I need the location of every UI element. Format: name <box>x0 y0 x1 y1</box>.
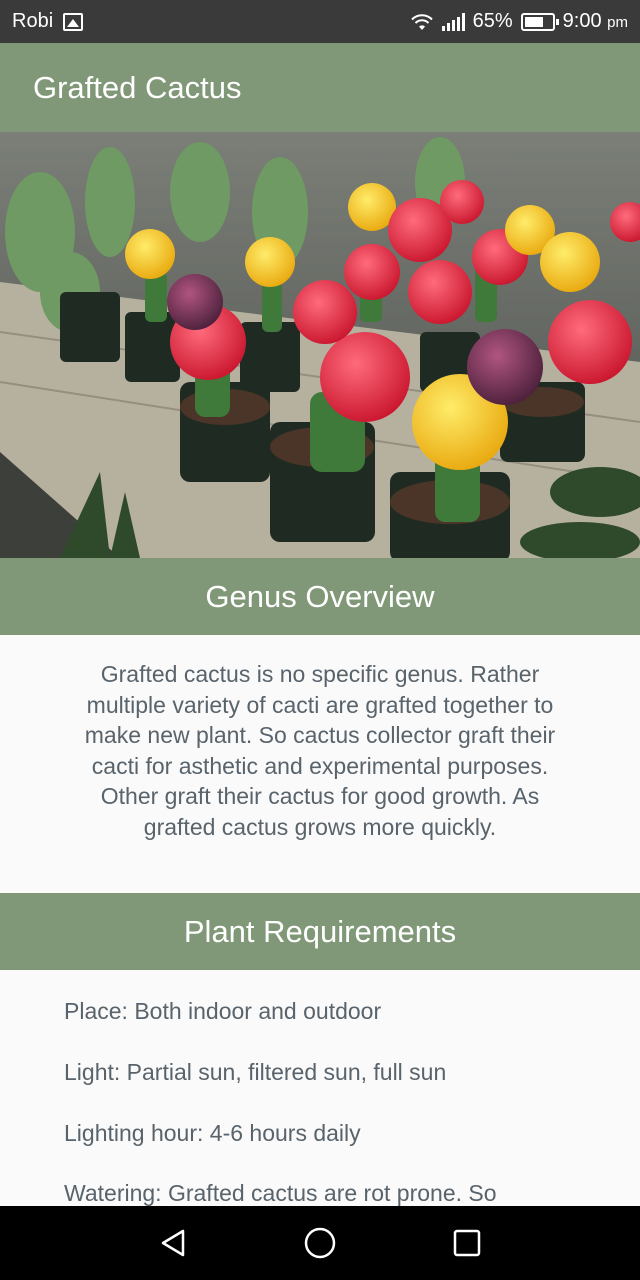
recents-button[interactable] <box>447 1223 487 1263</box>
section-title: Plant Requirements <box>183 913 457 949</box>
signal-icon <box>441 12 465 31</box>
battery-percent: 65% <box>472 10 513 32</box>
requirement-watering: Watering: Grafted cactus are rot prone. … <box>64 1180 497 1206</box>
section-header-plant-requirements: Plant Requirements <box>0 893 640 970</box>
page-title: Grafted Cactus <box>33 69 242 105</box>
app-bar: Grafted Cactus <box>0 43 640 132</box>
wifi-icon <box>410 13 433 30</box>
clock: 9:00 pm <box>563 10 628 33</box>
clock-suffix: pm <box>607 14 628 31</box>
clock-time: 9:00 <box>562 10 602 32</box>
carrier-label: Robi <box>12 10 54 32</box>
image-icon <box>63 12 84 31</box>
requirement-place: Place: Both indoor and outdoor <box>64 998 382 1024</box>
navigation-bar <box>0 1206 640 1280</box>
requirement-light: Light: Partial sun, filtered sun, full s… <box>64 1059 447 1085</box>
battery-icon <box>520 12 559 31</box>
home-icon <box>304 1227 336 1259</box>
back-button[interactable] <box>153 1223 193 1263</box>
plant-requirements-list: Place: Both indoor and outdoor Light: Pa… <box>0 970 640 1206</box>
cactus-photo <box>0 132 640 558</box>
recents-icon <box>453 1229 480 1257</box>
requirement-lighting-hour: Lighting hour: 4-6 hours daily <box>64 1120 361 1146</box>
section-title: Genus Overview <box>205 578 435 614</box>
section-header-genus-overview: Genus Overview <box>0 558 640 635</box>
home-button[interactable] <box>300 1223 340 1263</box>
status-bar: Robi 65% 9:00 pm <box>0 0 640 43</box>
overview-paragraph: Grafted cactus is no specific genus. Rat… <box>84 661 556 840</box>
back-icon <box>162 1229 185 1257</box>
genus-overview-text: Grafted cactus is no specific genus. Rat… <box>0 635 640 893</box>
